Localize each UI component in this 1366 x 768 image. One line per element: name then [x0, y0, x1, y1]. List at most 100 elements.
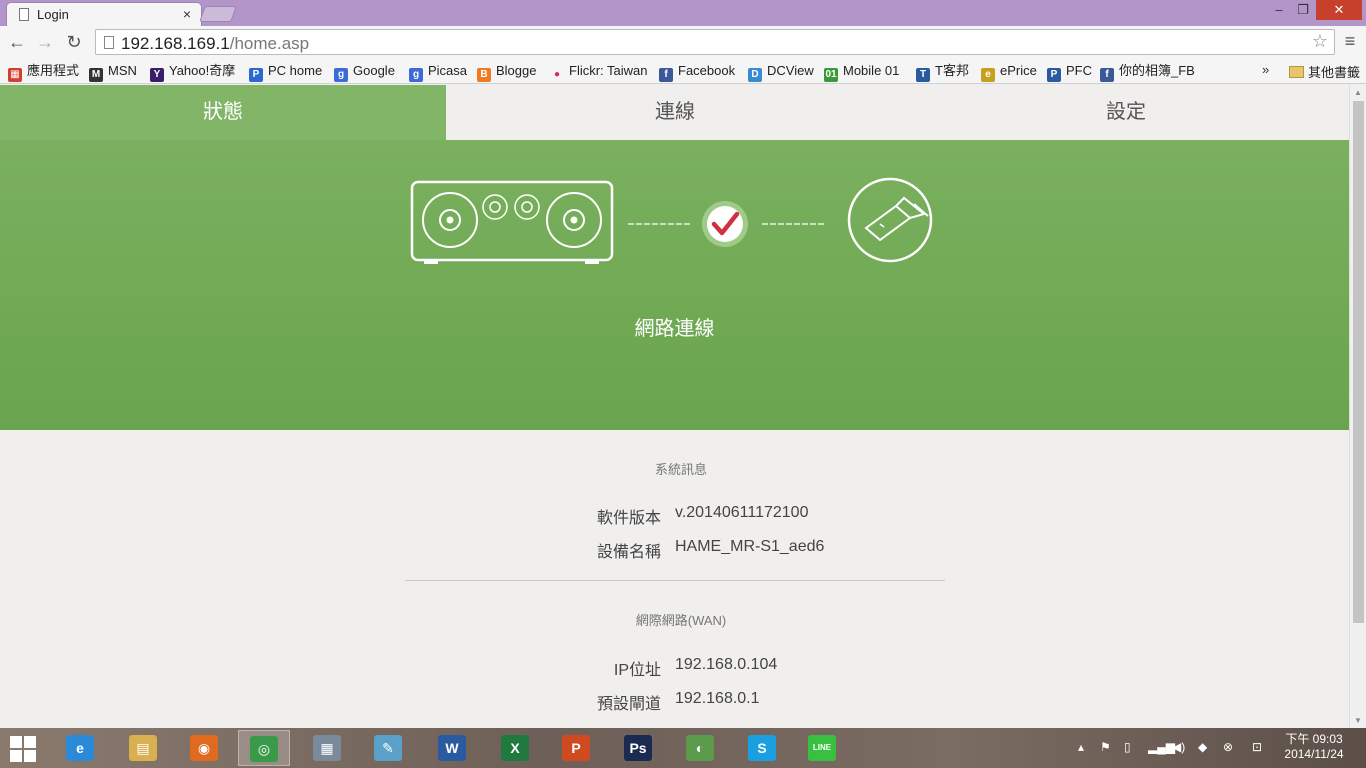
scroll-down-icon[interactable]: ▼ — [1354, 716, 1362, 725]
bookmark-1[interactable]: M MSN — [89, 62, 137, 82]
taskbar-app-4[interactable]: ▦ — [301, 730, 353, 766]
skype-icon: S — [748, 735, 776, 761]
gateway-label: 預設閘道 — [596, 696, 661, 713]
restore-button[interactable]: ❐ — [1292, 0, 1314, 20]
keyboard-layout-icon[interactable]: ⊡ — [1252, 740, 1262, 754]
forward-arrow-icon[interactable]: → — [34, 31, 56, 53]
clock-date: 2014/11/24 — [1284, 747, 1344, 761]
bookmark-4[interactable]: g Google — [334, 62, 395, 82]
tab-settings[interactable]: 設定 — [901, 85, 1349, 140]
address-bar[interactable]: 192.168.169.1/home.asp ☆ — [95, 29, 1335, 55]
chrome-icon: ◎ — [250, 736, 278, 762]
cancel-circle-icon[interactable]: ⊗ — [1223, 740, 1233, 754]
device-icon[interactable]: ▯ — [1124, 740, 1131, 754]
bookmark-label: Blogge — [496, 63, 537, 78]
taskbar-app-8[interactable]: P — [550, 730, 602, 766]
scroll-up-icon[interactable]: ▲ — [1354, 88, 1362, 97]
taskbar-app-9[interactable]: Ps — [612, 730, 664, 766]
bookmark-0[interactable]: ▦ 應用程式 — [8, 62, 79, 82]
volume-icon[interactable]: ◀) — [1172, 740, 1185, 754]
bookmark-6[interactable]: B Blogge — [477, 62, 537, 82]
info-row-gateway: 預設閘道 192.168.0.1 — [0, 690, 1349, 713]
bookmark-3[interactable]: P PC home — [249, 62, 322, 82]
bookmark-8[interactable]: f Facebook — [659, 62, 736, 82]
facebook-icon: f — [659, 68, 673, 82]
word-icon: W — [438, 735, 466, 761]
bookmark-7[interactable]: ● Flickr: Taiwan — [550, 62, 648, 80]
section-divider — [405, 580, 945, 581]
google-icon: g — [334, 68, 348, 82]
close-window-button[interactable]: ✕ — [1316, 0, 1362, 20]
browser-titlebar: Login × – ❐ ✕ — [0, 0, 1366, 26]
taskbar-app-12[interactable]: LINE — [796, 730, 848, 766]
picasa-icon: g — [409, 68, 423, 82]
taskbar-app-3[interactable]: ◎ — [238, 730, 290, 766]
bookmark-label: 你的相簿_FB — [1119, 63, 1195, 78]
page-icon — [19, 8, 29, 21]
system-info-title: 系統訊息 — [654, 462, 707, 477]
tab-title: Login — [37, 7, 69, 22]
apps-grid-icon: ▦ — [8, 68, 22, 82]
firmware-label: 軟件版本 — [596, 510, 661, 527]
taskbar-app-0[interactable]: e — [54, 730, 106, 766]
taskbar-app-5[interactable]: ✎ — [362, 730, 414, 766]
bookmark-star-icon[interactable]: ☆ — [1312, 31, 1328, 52]
bookmark-13[interactable]: P PFC — [1047, 62, 1092, 82]
scrollbar-thumb[interactable] — [1353, 101, 1364, 623]
system-clock[interactable]: 下午 09:03 2014/11/24 — [1280, 732, 1348, 762]
excel-icon: X — [501, 735, 529, 761]
bookmark-label: Yahoo!奇摩 — [169, 63, 236, 78]
firmware-value: v.20140611172100 — [675, 504, 809, 521]
bookmark-9[interactable]: D DCView — [748, 62, 814, 82]
action-center-flag-icon[interactable]: ⚑ — [1100, 740, 1111, 754]
bookmark-2[interactable]: Y Yahoo!奇摩 — [150, 62, 236, 82]
browser-toolbar: ← → ↻ 192.168.169.1/home.asp ☆ ≡ — [0, 26, 1366, 58]
tab-connection[interactable]: 連線 — [450, 85, 900, 140]
line-icon: LINE — [808, 735, 836, 761]
dropbox-icon[interactable]: ◆ — [1198, 740, 1207, 754]
bookmark-label: Flickr: Taiwan — [569, 63, 648, 78]
other-bookmarks-folder[interactable]: 其他書籤 — [1289, 62, 1360, 81]
taskbar-app-10[interactable]: ◐ — [674, 730, 726, 766]
photoshop-icon: Ps — [624, 735, 652, 761]
notes-icon: ✎ — [374, 735, 402, 761]
taskbar-app-7[interactable]: X — [489, 730, 541, 766]
bookmark-label: Facebook — [678, 63, 736, 78]
bookmark-label: DCView — [767, 63, 814, 78]
taskbar-app-6[interactable]: W — [426, 730, 478, 766]
bookmark-14[interactable]: f 你的相簿_FB — [1100, 62, 1195, 82]
status-caption: 網路連線 — [634, 318, 715, 340]
address-url[interactable]: 192.168.169.1/home.asp — [121, 34, 309, 54]
pchome-icon: P — [249, 68, 263, 82]
flickr-icon: ● — [553, 69, 561, 80]
bookmark-5[interactable]: g Picasa — [409, 62, 468, 82]
bookmark-10[interactable]: 01 Mobile 01 — [824, 62, 899, 82]
page-info-icon[interactable] — [104, 36, 114, 49]
tray-expand-icon[interactable]: ▴ — [1078, 740, 1084, 754]
back-arrow-icon[interactable]: ← — [6, 31, 28, 53]
msn-icon: M — [89, 68, 103, 82]
bookmark-label: PFC — [1066, 63, 1092, 78]
tab-close-icon[interactable]: × — [183, 6, 191, 22]
bookmarks-overflow-button[interactable]: » — [1262, 62, 1269, 77]
chrome-menu-icon[interactable]: ≡ — [1340, 31, 1360, 51]
taskbar-app-11[interactable]: S — [736, 730, 788, 766]
page-scrollbar[interactable]: ▲ ▼ — [1349, 85, 1366, 728]
pfc-icon: P — [1047, 68, 1061, 82]
bookmark-12[interactable]: e ePrice — [981, 62, 1037, 82]
reload-icon[interactable]: ↻ — [63, 31, 85, 53]
taskbar-app-2[interactable]: ◉ — [178, 730, 230, 766]
tab-status[interactable]: 狀態 — [0, 85, 446, 140]
dcview-icon: D — [748, 68, 762, 82]
bookmark-11[interactable]: T T客邦 — [916, 62, 969, 82]
windows-start-icon[interactable] — [10, 736, 38, 762]
bookmark-label: Picasa — [428, 63, 468, 78]
minimize-button[interactable]: – — [1268, 0, 1290, 20]
device-name-value: HAME_MR-S1_aed6 — [675, 538, 825, 555]
device-name-label: 設備名稱 — [596, 544, 661, 561]
bookmark-label: Google — [353, 63, 395, 78]
network-signal-icon[interactable]: ▂▄▆ — [1148, 740, 1175, 754]
taskbar-app-1[interactable]: ▤ — [117, 730, 169, 766]
browser-tab[interactable]: Login × — [6, 2, 202, 26]
new-tab-button[interactable] — [199, 6, 237, 22]
